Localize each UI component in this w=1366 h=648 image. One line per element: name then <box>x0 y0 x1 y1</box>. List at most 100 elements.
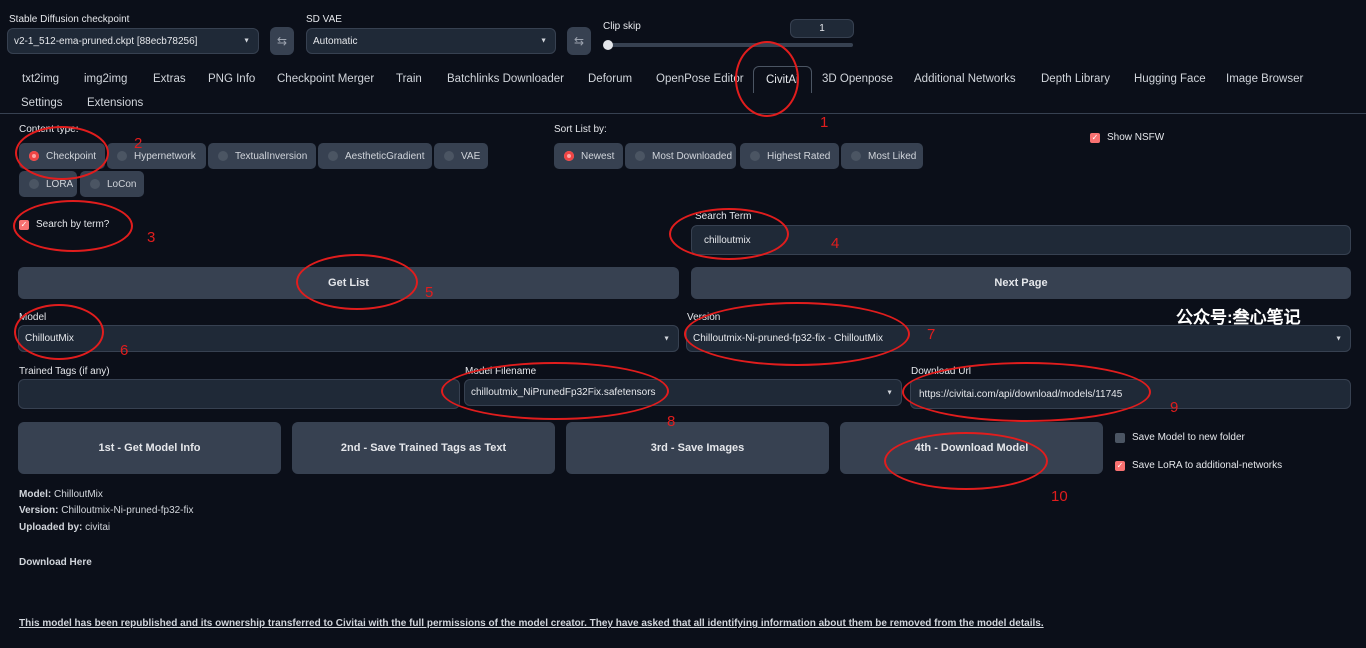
clip-skip-number[interactable]: 1 <box>790 19 854 38</box>
save-lora-checkbox[interactable]: ✓ Save LoRA to additional-networks <box>1115 460 1282 471</box>
checkpoint-dropdown[interactable]: v2-1_512-ema-pruned.ckpt [88ecb78256] ▼ <box>7 28 259 54</box>
sort-label: Sort List by: <box>554 124 607 135</box>
info-model-key: Model: <box>19 489 52 500</box>
radio-highest-rated[interactable]: Highest Rated <box>740 143 839 169</box>
tab-checkpoint-merger[interactable]: Checkpoint Merger <box>277 73 374 85</box>
radio-lora[interactable]: LORA <box>19 171 77 197</box>
download-url-label: Download Url <box>911 366 972 377</box>
radio-dot <box>218 151 228 161</box>
model-filename-label: Model Filename <box>465 366 537 377</box>
chevron-down-icon: ▼ <box>1335 335 1342 342</box>
tab-png-info[interactable]: PNG Info <box>208 73 255 85</box>
radio-newest[interactable]: Newest <box>554 143 623 169</box>
chevron-down-icon: ▼ <box>663 335 670 342</box>
trained-tags-input[interactable] <box>18 379 460 409</box>
save-to-new-folder-label: Save Model to new folder <box>1132 432 1245 443</box>
radio-label: Most Downloaded <box>652 150 733 162</box>
download-model-button[interactable]: 4th - Download Model <box>840 422 1103 474</box>
check-icon: ✓ <box>1115 460 1125 471</box>
radio-vae[interactable]: VAE <box>434 143 488 169</box>
info-version-key: Version: <box>19 505 59 516</box>
info-version-value: Chilloutmix-Ni-pruned-fp32-fix <box>61 505 194 516</box>
download-url-input[interactable]: https://civitai.com/api/download/models/… <box>910 379 1351 409</box>
download-url-value: https://civitai.com/api/download/models/… <box>919 388 1123 400</box>
version-dropdown[interactable]: Chilloutmix-Ni-pruned-fp32-fix - Chillou… <box>686 325 1351 352</box>
tab-openpose-editor[interactable]: OpenPose Editor <box>656 73 744 85</box>
annotation-number-6: 6 <box>120 342 129 359</box>
checkbox-icon <box>1115 432 1125 443</box>
republished-notice: This model has been republished and its … <box>19 618 1044 629</box>
tab-txt2img[interactable]: txt2img <box>22 73 59 85</box>
watermark: 公众号:叁心笔记 <box>1176 308 1301 327</box>
radio-textualinversion[interactable]: TextualInversion <box>208 143 316 169</box>
version-label: Version <box>687 312 721 323</box>
checkpoint-label: Stable Diffusion checkpoint <box>9 14 130 25</box>
tab-img2img[interactable]: img2img <box>84 73 127 85</box>
info-uploaded: Uploaded by: civitai <box>19 522 110 533</box>
radio-hypernetwork[interactable]: Hypernetwork <box>107 143 206 169</box>
radio-dot <box>328 151 338 161</box>
info-uploaded-key: Uploaded by: <box>19 522 83 533</box>
radio-dot <box>90 179 100 189</box>
save-trained-tags-button[interactable]: 2nd - Save Trained Tags as Text <box>292 422 555 474</box>
show-nsfw-label: Show NSFW <box>1107 132 1165 143</box>
clip-skip-value: 1 <box>819 23 825 34</box>
annotation-number-2: 2 <box>134 135 143 152</box>
download-here-link[interactable]: Download Here <box>19 557 92 568</box>
version-value: Chilloutmix-Ni-pruned-fp32-fix - Chillou… <box>693 333 884 344</box>
radio-locon[interactable]: LoCon <box>80 171 144 197</box>
tab-deforum[interactable]: Deforum <box>588 73 632 85</box>
search-by-term-checkbox[interactable]: ✓ Search by term? <box>19 219 109 230</box>
tab-3d-openpose[interactable]: 3D Openpose <box>822 73 893 85</box>
tab-extensions[interactable]: Extensions <box>87 97 143 109</box>
radio-dot <box>750 151 760 161</box>
annotation-number-7: 7 <box>927 326 936 343</box>
show-nsfw-checkbox[interactable]: ✓ Show NSFW <box>1090 132 1164 143</box>
search-term-value: chilloutmix <box>704 234 751 246</box>
radio-dot <box>29 151 39 161</box>
tab-depth-library[interactable]: Depth Library <box>1041 73 1110 85</box>
tab-settings[interactable]: Settings <box>21 97 63 109</box>
radio-label: LORA <box>46 178 74 190</box>
save-images-button[interactable]: 3rd - Save Images <box>566 422 829 474</box>
radio-most-downloaded[interactable]: Most Downloaded <box>625 143 736 169</box>
radio-label: AestheticGradient <box>345 150 425 162</box>
vae-dropdown[interactable]: Automatic ▼ <box>306 28 556 54</box>
trained-tags-label: Trained Tags (if any) <box>19 366 110 377</box>
radio-label: TextualInversion <box>235 150 308 162</box>
next-page-button[interactable]: Next Page <box>691 267 1351 299</box>
clip-skip-label: Clip skip <box>603 21 641 32</box>
content-type-label: Content type: <box>19 124 79 135</box>
search-term-input[interactable]: chilloutmix <box>691 225 1351 255</box>
tab-extras[interactable]: Extras <box>153 73 186 85</box>
tab-image-browser[interactable]: Image Browser <box>1226 73 1303 85</box>
radio-dot <box>29 179 39 189</box>
tab-batchlinks-downloader[interactable]: Batchlinks Downloader <box>447 73 564 85</box>
radio-label: VAE <box>461 150 481 162</box>
annotation-number-1: 1 <box>820 114 829 131</box>
model-value: ChilloutMix <box>25 333 74 344</box>
save-to-new-folder-checkbox[interactable]: Save Model to new folder <box>1115 432 1245 443</box>
vae-label: SD VAE <box>306 14 342 25</box>
get-model-info-button[interactable]: 1st - Get Model Info <box>18 422 281 474</box>
radio-label: Hypernetwork <box>134 150 196 162</box>
refresh-vae-button[interactable]: ⇆ <box>567 27 591 55</box>
tab-additional-networks[interactable]: Additional Networks <box>914 73 1016 85</box>
radio-aestheticgradient[interactable]: AestheticGradient <box>318 143 432 169</box>
checkpoint-value: v2-1_512-ema-pruned.ckpt [88ecb78256] <box>14 35 198 47</box>
clip-skip-slider[interactable] <box>603 40 853 50</box>
tab-hugging-face[interactable]: Hugging Face <box>1134 73 1206 85</box>
radio-most-liked[interactable]: Most Liked <box>841 143 923 169</box>
radio-dot <box>564 151 574 161</box>
refresh-checkpoint-button[interactable]: ⇆ <box>270 27 294 55</box>
radio-dot <box>117 151 127 161</box>
tab-train[interactable]: Train <box>396 73 422 85</box>
model-dropdown[interactable]: ChilloutMix ▼ <box>18 325 679 352</box>
slider-handle[interactable] <box>603 40 613 50</box>
save-lora-label: Save LoRA to additional-networks <box>1132 460 1283 471</box>
get-list-button[interactable]: Get List <box>18 267 679 299</box>
radio-checkpoint[interactable]: Checkpoint <box>19 143 105 169</box>
model-filename-dropdown[interactable]: chilloutmix_NiPrunedFp32Fix.safetensors … <box>464 379 902 406</box>
radio-dot <box>444 151 454 161</box>
tab-civitai[interactable]: CivitAi <box>753 66 812 93</box>
